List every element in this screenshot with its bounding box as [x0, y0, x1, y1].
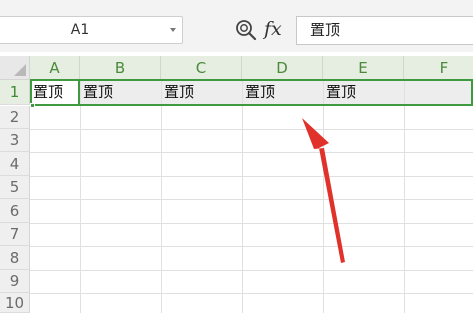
name-box-value: A1 [70, 22, 90, 38]
row-header-2[interactable]: 2 [0, 106, 30, 129]
column-header-d[interactable]: D [242, 56, 323, 80]
select-all-corner[interactable] [0, 56, 30, 80]
cell-b1[interactable]: 置顶 [83, 81, 113, 104]
gridline [30, 246, 473, 247]
formula-input-value: 置顶 [310, 21, 341, 39]
chevron-down-icon[interactable] [170, 28, 176, 32]
formula-bar: A1 fx 置顶 [0, 0, 473, 52]
row-header-9[interactable]: 9 [0, 270, 30, 293]
gridline [30, 199, 473, 200]
gridline [242, 80, 243, 313]
row-header-6[interactable]: 6 [0, 199, 30, 223]
gridline [30, 176, 473, 177]
row-header-3[interactable]: 3 [0, 129, 30, 152]
column-header-f[interactable]: F [404, 56, 473, 80]
column-header-e[interactable]: E [323, 56, 404, 80]
magnifier-zoom-icon[interactable] [234, 18, 258, 42]
gridline [404, 80, 405, 313]
column-header-bar: A B C D E F [30, 56, 473, 80]
spreadsheet-grid: A B C D E F 1 2 3 4 5 6 7 8 9 10 置顶 置顶 置… [0, 52, 473, 313]
cell-c1[interactable]: 置顶 [164, 81, 194, 104]
gridline [30, 152, 473, 153]
row-header-8[interactable]: 8 [0, 246, 30, 270]
cell-d1[interactable]: 置顶 [245, 81, 275, 104]
column-header-b[interactable]: B [80, 56, 161, 80]
column-header-c[interactable]: C [161, 56, 242, 80]
column-header-a[interactable]: A [30, 56, 80, 80]
name-box[interactable]: A1 [0, 16, 183, 44]
row-header-5[interactable]: 5 [0, 176, 30, 199]
function-fx-icon[interactable]: fx [264, 15, 290, 43]
gridline [30, 223, 473, 224]
gridline [323, 80, 324, 313]
gridline [30, 270, 473, 271]
gridline [161, 80, 162, 313]
gridline [30, 129, 473, 130]
cell-a1[interactable]: 置顶 [33, 81, 63, 104]
row-header-1[interactable]: 1 [0, 80, 30, 105]
row-header-7[interactable]: 7 [0, 223, 30, 246]
cell-e1[interactable]: 置顶 [326, 81, 356, 104]
formula-input[interactable]: 置顶 [296, 16, 473, 45]
gridline [80, 80, 81, 313]
row-header-4[interactable]: 4 [0, 152, 30, 176]
row-header-10[interactable]: 10 [0, 293, 30, 313]
gridline [30, 293, 473, 294]
select-all-triangle-icon [14, 64, 26, 76]
